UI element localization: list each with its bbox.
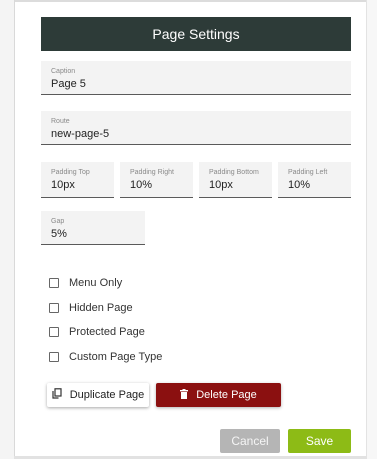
hidden-page-checkbox[interactable]: Hidden Page bbox=[49, 300, 133, 316]
top-border bbox=[0, 0, 377, 2]
padding-right-field[interactable]: Padding Right 10% bbox=[120, 162, 193, 198]
protected-page-label: Protected Page bbox=[69, 326, 145, 338]
padding-bottom-field[interactable]: Padding Bottom 10px bbox=[199, 162, 272, 198]
save-label: Save bbox=[305, 434, 334, 448]
delete-page-label: Delete Page bbox=[196, 389, 257, 401]
padding-bottom-label: Padding Bottom bbox=[209, 169, 259, 176]
custom-page-type-checkbox[interactable]: Custom Page Type bbox=[49, 349, 162, 365]
padding-right-value: 10% bbox=[130, 179, 153, 191]
left-panel-edge bbox=[0, 0, 15, 459]
padding-left-label: Padding Left bbox=[288, 169, 328, 176]
scrollbar-track[interactable] bbox=[366, 0, 377, 459]
caption-field[interactable]: Caption Page 5 bbox=[41, 61, 351, 95]
caption-label: Caption bbox=[51, 68, 76, 75]
cancel-button[interactable]: Cancel bbox=[220, 429, 280, 453]
delete-page-button[interactable]: Delete Page bbox=[156, 383, 281, 407]
menu-only-label: Menu Only bbox=[69, 277, 123, 289]
padding-bottom-value: 10px bbox=[209, 179, 233, 191]
menu-only-checkbox[interactable]: Menu Only bbox=[49, 275, 122, 291]
route-value: new-page-5 bbox=[51, 128, 110, 140]
gap-value: 5% bbox=[51, 228, 67, 240]
route-field[interactable]: Route new-page-5 bbox=[41, 111, 351, 145]
padding-top-label: Padding Top bbox=[51, 169, 90, 176]
hidden-page-label: Hidden Page bbox=[69, 302, 133, 314]
gap-field[interactable]: Gap 5% bbox=[41, 211, 145, 245]
route-label: Route bbox=[51, 118, 70, 125]
duplicate-page-label: Duplicate Page bbox=[69, 389, 145, 401]
cancel-label: Cancel bbox=[231, 434, 269, 448]
checkbox-box[interactable] bbox=[49, 352, 59, 362]
padding-left-value: 10% bbox=[288, 179, 311, 191]
checkbox-box[interactable] bbox=[49, 327, 59, 337]
padding-left-field[interactable]: Padding Left 10% bbox=[278, 162, 351, 198]
gap-label: Gap bbox=[51, 218, 65, 225]
custom-page-type-label: Custom Page Type bbox=[69, 351, 163, 363]
copy-icon bbox=[52, 388, 62, 402]
dialog-title: Page Settings bbox=[152, 26, 240, 42]
dialog-header: Page Settings bbox=[41, 17, 351, 51]
padding-right-label: Padding Right bbox=[130, 169, 174, 176]
duplicate-page-button[interactable]: Duplicate Page bbox=[47, 383, 149, 407]
checkbox-box[interactable] bbox=[49, 278, 59, 288]
protected-page-checkbox[interactable]: Protected Page bbox=[49, 324, 145, 340]
checkbox-box[interactable] bbox=[49, 303, 59, 313]
save-button[interactable]: Save bbox=[288, 429, 351, 453]
padding-top-value: 10px bbox=[51, 179, 75, 191]
trash-icon bbox=[180, 388, 189, 402]
caption-value: Page 5 bbox=[51, 78, 86, 90]
padding-top-field[interactable]: Padding Top 10px bbox=[41, 162, 114, 198]
